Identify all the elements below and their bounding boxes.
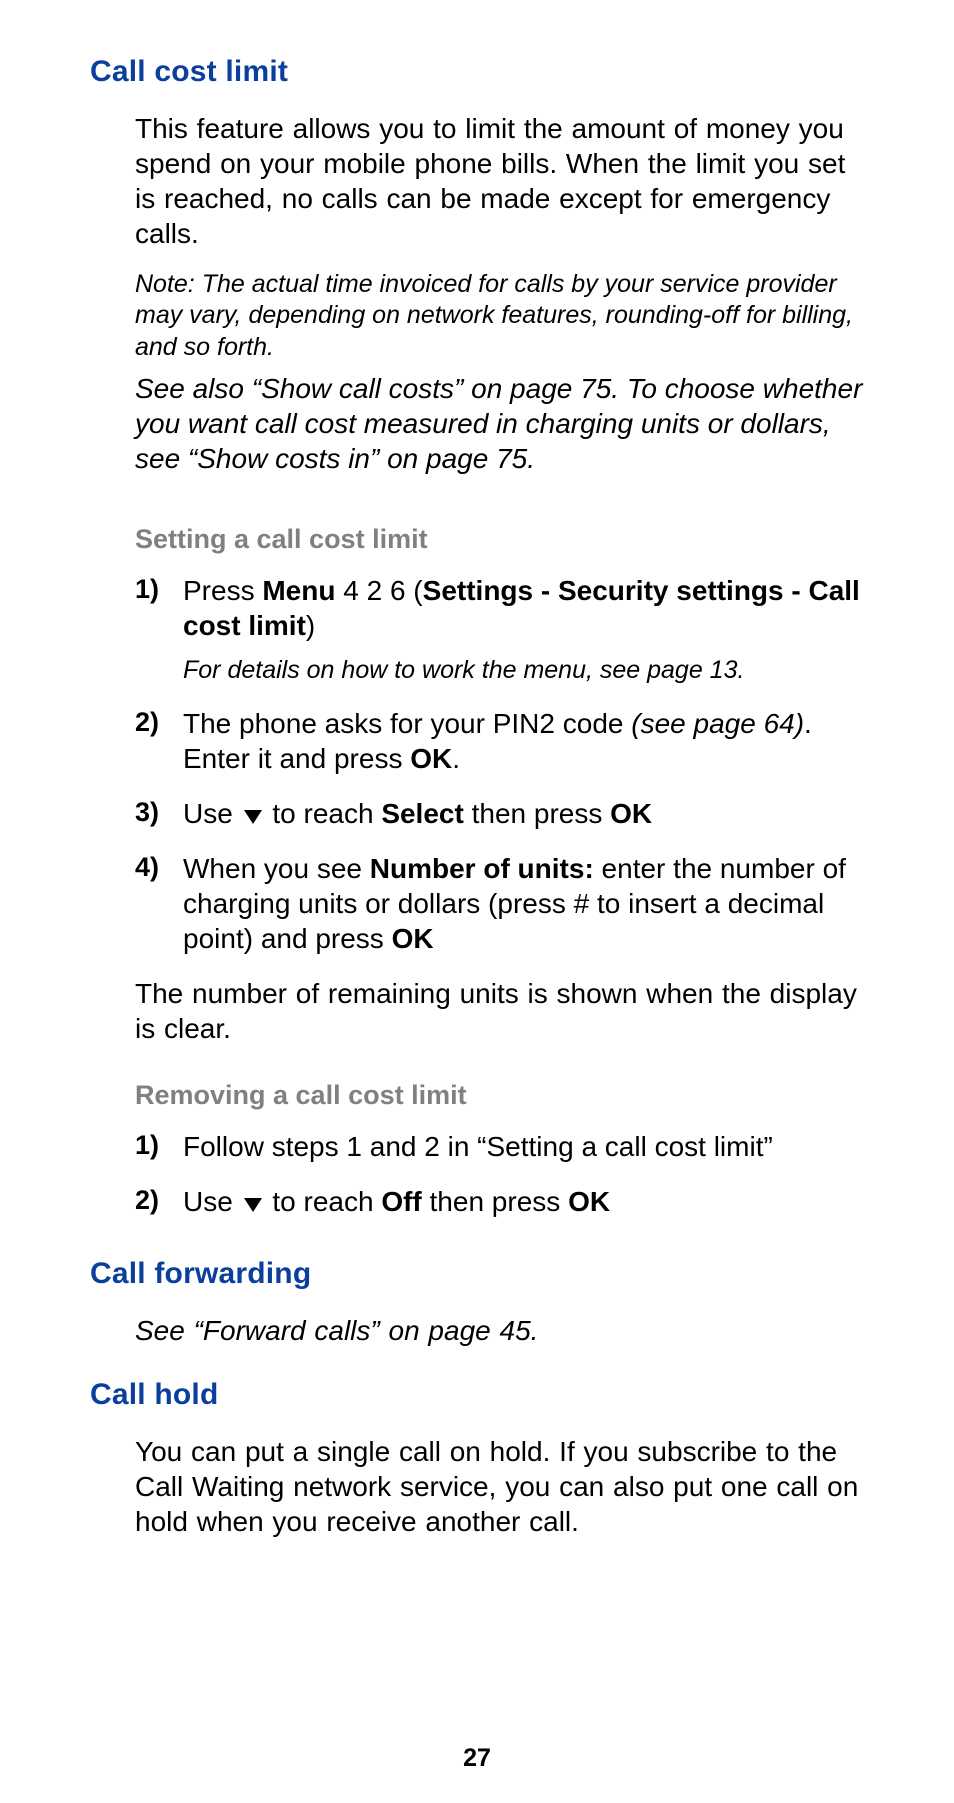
section-body: See “Forward calls” on page 45.	[135, 1313, 864, 1348]
bold-word: Off	[381, 1186, 421, 1217]
section-call-cost-limit: Call cost limit This feature allows you …	[90, 55, 864, 1219]
step-item: 1) Press Menu 4 2 6 (Settings - Security…	[135, 573, 864, 686]
step-text: .	[452, 743, 460, 774]
bold-word: Number of units:	[370, 853, 594, 884]
step-item: 2) The phone asks for your PIN2 code (se…	[135, 706, 864, 776]
see-also-paragraph: See “Forward calls” on page 45.	[135, 1313, 864, 1348]
step-text: )	[306, 610, 315, 641]
step-text: 4 2 6 (	[335, 575, 422, 606]
paragraph: This feature allows you to limit the amo…	[135, 111, 864, 251]
step-number: 3)	[135, 796, 159, 830]
bold-word: Select	[381, 798, 464, 829]
bold-word: OK	[392, 923, 434, 954]
subsection-heading: Removing a call cost limit	[135, 1080, 864, 1111]
step-text: to reach	[265, 1186, 382, 1217]
section-heading: Call cost limit	[90, 55, 864, 89]
step-text: Press	[183, 575, 262, 606]
step-text: then press	[464, 798, 610, 829]
page-number: 27	[0, 1744, 954, 1773]
step-text: Use	[183, 1186, 241, 1217]
see-also-paragraph: See also “Show call costs” on page 75. T…	[135, 371, 864, 476]
section-call-forwarding: Call forwarding See “Forward calls” on p…	[90, 1257, 864, 1348]
section-heading: Call forwarding	[90, 1257, 864, 1291]
step-item: 4) When you see Number of units: enter t…	[135, 851, 864, 956]
bold-word: Menu	[262, 575, 335, 606]
step-number: 1)	[135, 1129, 159, 1163]
manual-page: Call cost limit This feature allows you …	[0, 0, 954, 1803]
step-number: 2)	[135, 706, 159, 740]
section-call-hold: Call hold You can put a single call on h…	[90, 1378, 864, 1539]
step-item: 1) Follow steps 1 and 2 in “Setting a ca…	[135, 1129, 864, 1164]
step-item: 2) Use to reach Off then press OK	[135, 1184, 864, 1219]
step-text: The phone asks for your PIN2 code	[183, 708, 631, 739]
down-arrow-icon	[244, 1198, 262, 1212]
step-number: 4)	[135, 851, 159, 885]
bold-word: OK	[410, 743, 452, 774]
step-text: Follow steps 1 and 2 in “Setting a call …	[183, 1131, 773, 1162]
paragraph: The number of remaining units is shown w…	[135, 976, 864, 1046]
paragraph: You can put a single call on hold. If yo…	[135, 1434, 864, 1539]
section-heading: Call hold	[90, 1378, 864, 1412]
steps-list: 1) Press Menu 4 2 6 (Settings - Security…	[135, 573, 864, 956]
step-text: When you see	[183, 853, 370, 884]
section-body: This feature allows you to limit the amo…	[135, 111, 864, 1219]
bold-word: OK	[568, 1186, 610, 1217]
step-text: then press	[422, 1186, 568, 1217]
subsection-heading: Setting a call cost limit	[135, 524, 864, 555]
italic-ref: (see page 64)	[631, 708, 804, 739]
step-text: to reach	[265, 798, 382, 829]
step-text: Use	[183, 798, 241, 829]
step-number: 1)	[135, 573, 159, 607]
down-arrow-icon	[244, 810, 262, 824]
step-item: 3) Use to reach Select then press OK	[135, 796, 864, 831]
section-body: You can put a single call on hold. If yo…	[135, 1434, 864, 1539]
steps-list: 1) Follow steps 1 and 2 in “Setting a ca…	[135, 1129, 864, 1219]
step-number: 2)	[135, 1184, 159, 1218]
note-paragraph: Note: The actual time invoiced for calls…	[135, 269, 864, 363]
step-subtext: For details on how to work the menu, see…	[183, 655, 864, 686]
bold-word: OK	[610, 798, 652, 829]
